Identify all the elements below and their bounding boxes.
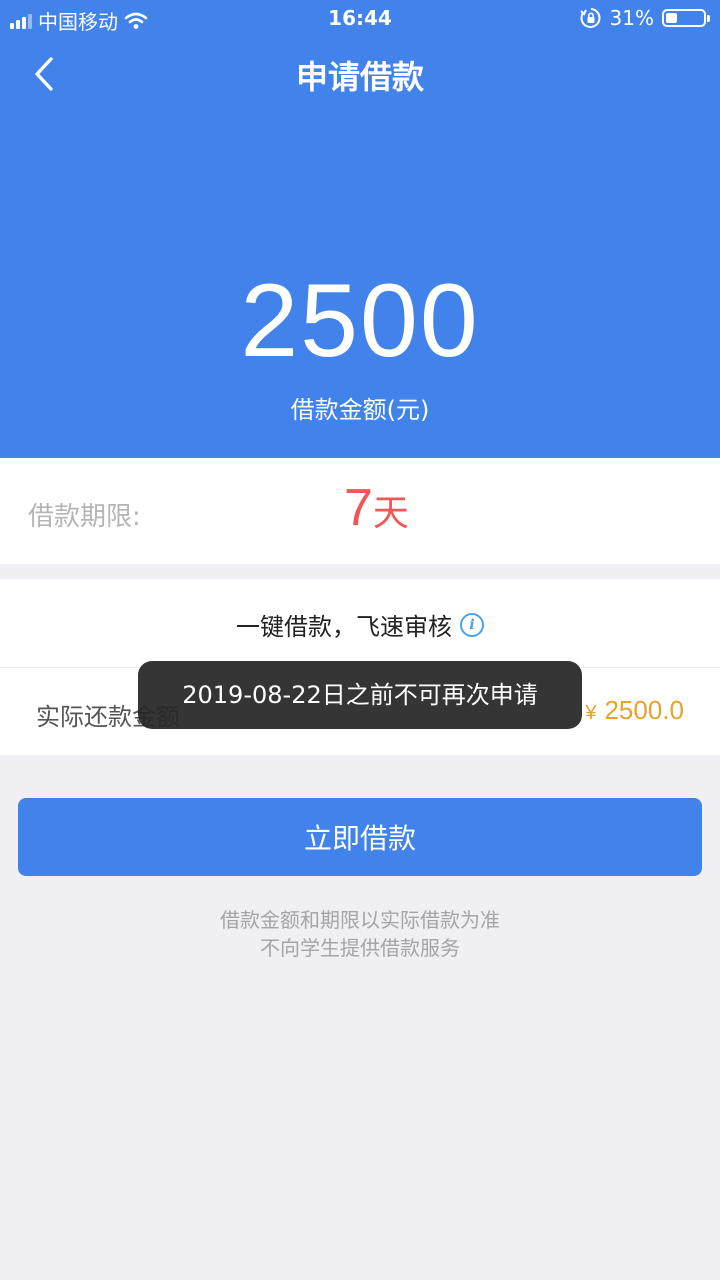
disclaimer-line-1: 借款金额和期限以实际借款为准 bbox=[220, 908, 500, 932]
card-title-text: 一键借款，飞速审核 bbox=[236, 613, 452, 641]
repay-value: ¥2500.0 bbox=[585, 695, 684, 726]
loan-term-row: 借款期限: 7天 bbox=[0, 458, 720, 564]
orientation-lock-icon bbox=[579, 8, 600, 28]
battery-icon bbox=[662, 9, 710, 27]
page-title: 申请借款 bbox=[295, 58, 424, 96]
header-section: 中国移动 16:44 31% 申请借款 2500 借款金额(元) bbox=[0, 0, 720, 458]
loan-amount-label: 借款金额(元) bbox=[290, 396, 430, 424]
repay-amount: 2500.0 bbox=[604, 695, 684, 725]
card-title: 一键借款，飞速审核 i bbox=[0, 607, 720, 642]
term-value: 7天 bbox=[344, 478, 409, 538]
toast-message: 2019-08-22日之前不可再次申请 bbox=[138, 661, 582, 729]
battery-percent: 31% bbox=[609, 6, 654, 30]
disclaimer: 借款金额和期限以实际借款为准 不向学生提供借款服务 bbox=[0, 906, 720, 962]
battery-fill bbox=[666, 13, 677, 23]
status-bar: 中国移动 16:44 31% bbox=[0, 0, 720, 38]
term-number: 7 bbox=[344, 479, 373, 537]
currency-symbol: ¥ bbox=[585, 702, 597, 724]
term-label: 借款期限: bbox=[28, 502, 141, 532]
info-icon[interactable]: i bbox=[460, 613, 484, 637]
loan-amount: 2500 bbox=[240, 263, 480, 379]
disclaimer-line-2: 不向学生提供借款服务 bbox=[260, 936, 460, 960]
apply-loan-button[interactable]: 立即借款 bbox=[18, 798, 702, 876]
status-right: 31% bbox=[579, 6, 710, 30]
term-unit: 天 bbox=[372, 493, 409, 534]
nav-bar: 申请借款 bbox=[0, 38, 720, 108]
